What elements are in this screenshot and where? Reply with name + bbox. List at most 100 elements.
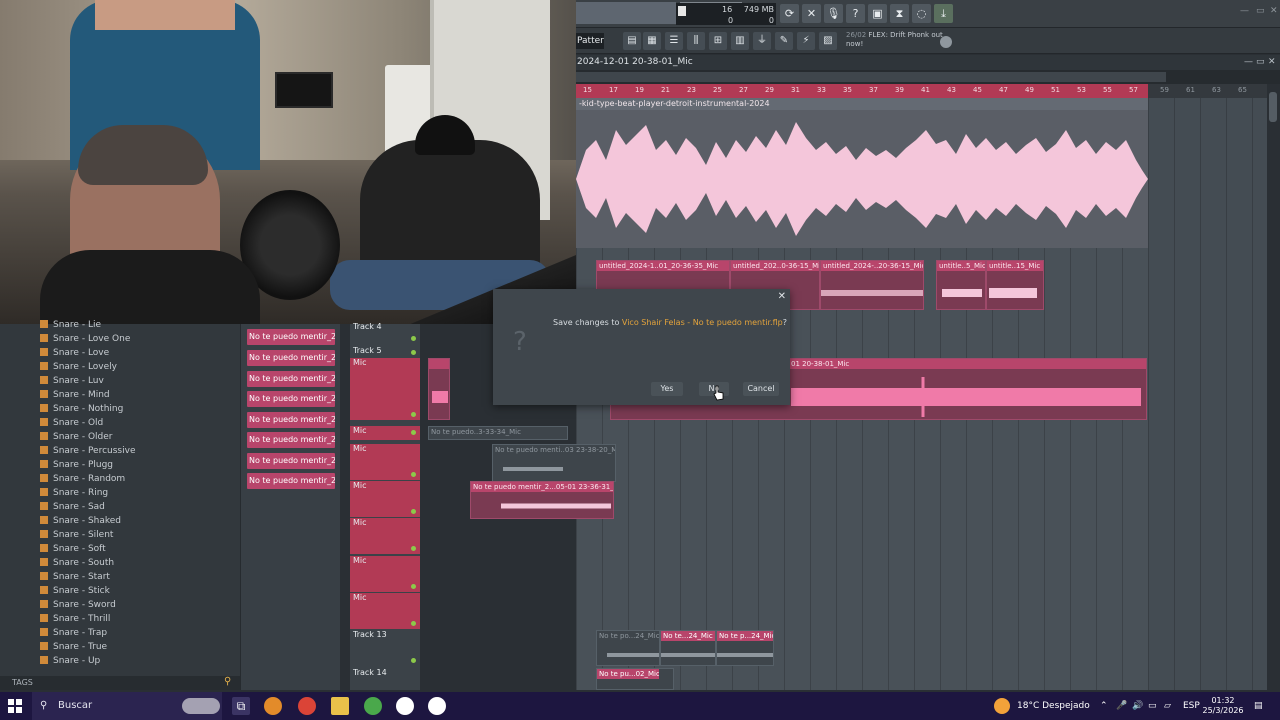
cut-icon[interactable]: ⧗ xyxy=(890,4,909,23)
browser-item[interactable]: Snare - Trap xyxy=(40,626,107,640)
tags-bar[interactable]: TAGS xyxy=(0,676,240,690)
fl-studio-icon[interactable] xyxy=(264,697,282,715)
network-icon[interactable]: ▱ xyxy=(1164,692,1171,720)
weather-text[interactable]: 18°C Despejado xyxy=(1017,692,1090,720)
playlist-maximize-icon[interactable]: ▭ xyxy=(1256,55,1265,70)
audio-clip[interactable]: No te puedo mentir_2...05-01 23-36-31_Mi… xyxy=(470,481,614,519)
scroll-thumb[interactable] xyxy=(576,72,1166,82)
audio-clip-muted[interactable]: No te puedo..3-33-34_Mic xyxy=(428,426,568,440)
picker-clip[interactable]: No te puedo mentir_2025... xyxy=(247,453,335,469)
browser-item[interactable]: Snare - Luv xyxy=(40,374,104,388)
track-mute-led[interactable] xyxy=(411,621,416,626)
browser-item[interactable]: Snare - Shaked xyxy=(40,514,121,528)
browser-item[interactable]: Snare - Lie xyxy=(40,318,101,332)
news-panel[interactable]: 26/02 FLEX: Drift Phonk out now! xyxy=(846,31,946,49)
track-mute-led[interactable] xyxy=(411,546,416,551)
battery-icon[interactable]: ▭ xyxy=(1148,692,1157,720)
browser-item[interactable]: Snare - Up xyxy=(40,654,100,668)
windows-start-icon[interactable] xyxy=(8,699,22,713)
close-icon[interactable]: ✕ xyxy=(1270,6,1278,16)
browser-item[interactable]: Snare - Lovely xyxy=(40,360,117,374)
browser-item[interactable]: Snare - Older xyxy=(40,430,112,444)
track-header-mic[interactable]: Mic xyxy=(350,358,420,420)
browser-item[interactable]: Snare - Random xyxy=(40,472,125,486)
browser-item[interactable]: Snare - Start xyxy=(40,570,110,584)
maximize-icon[interactable]: ▭ xyxy=(1256,6,1265,16)
download-icon[interactable]: ⤓ xyxy=(934,4,953,23)
browser-item[interactable]: Snare - Stick xyxy=(40,584,110,598)
audio-clip-muted[interactable]: No te pu...02_Mic xyxy=(596,668,674,690)
browser-item[interactable]: Snare - Percussive xyxy=(40,444,135,458)
template-icon[interactable]: ▨ xyxy=(819,32,837,50)
audio-clip-muted[interactable]: No te...24_Mic xyxy=(660,630,716,666)
picker-clip[interactable]: No te puedo mentir_2025... xyxy=(247,391,335,407)
brush-icon[interactable]: ✎ xyxy=(775,32,793,50)
browser-item[interactable]: Snare - Old xyxy=(40,416,103,430)
track-mute-led[interactable] xyxy=(411,509,416,514)
picker-clip[interactable]: No te puedo mentir_2025... xyxy=(247,473,335,489)
audio-clip[interactable]: untitle..15_Mic xyxy=(986,260,1044,310)
audio-clip-small[interactable] xyxy=(428,358,450,420)
browser-icon[interactable]: ▥ xyxy=(731,32,749,50)
browser-item[interactable]: Snare - Mind xyxy=(40,388,110,402)
track-mute-led[interactable] xyxy=(411,584,416,589)
audio-clip[interactable]: untitled_2024-..20-36-15_Mic xyxy=(820,260,924,310)
browser-item[interactable]: Snare - Ring xyxy=(40,486,108,500)
search-icon[interactable]: ⚲ xyxy=(224,676,238,690)
track-header-13[interactable]: Track 13 xyxy=(350,630,420,666)
dialog-close-icon[interactable]: ✕ xyxy=(778,291,786,302)
track-header-4[interactable]: Track 4 xyxy=(350,322,420,344)
browser-item[interactable]: Snare - Silent xyxy=(40,528,113,542)
piano-roll-icon[interactable]: ▦ xyxy=(643,32,661,50)
channel-rack-icon[interactable]: ☰ xyxy=(665,32,683,50)
track-header-mic[interactable]: Mic xyxy=(350,556,420,592)
minimize-icon[interactable]: — xyxy=(1240,6,1249,16)
track-mute-led[interactable] xyxy=(411,412,416,417)
picker-clip[interactable]: No te puedo mentir_2025... xyxy=(247,371,335,387)
playlist-icon[interactable]: ▤ xyxy=(623,32,641,50)
tempo-icon[interactable]: ⚡ xyxy=(797,32,815,50)
browser-item[interactable]: Snare - Love One xyxy=(40,332,130,346)
help-icon[interactable]: ? xyxy=(846,4,865,23)
yes-button[interactable]: Yes xyxy=(651,382,683,396)
audio-clip-muted[interactable]: No te puedo menti..03 23-38-20_Mic xyxy=(492,444,616,482)
github-icon[interactable] xyxy=(396,697,414,715)
track-mute-led[interactable] xyxy=(411,472,416,477)
browser-item[interactable]: Snare - Nothing xyxy=(40,402,123,416)
track-header-14[interactable]: Track 14 xyxy=(350,668,420,690)
notifications-icon[interactable]: ▤ xyxy=(1254,692,1263,720)
task-view-icon[interactable]: ⧉ xyxy=(232,697,250,715)
picker-clip[interactable]: No te puedo mentir_2025... xyxy=(247,432,335,448)
media-player-icon[interactable] xyxy=(428,697,446,715)
browser-app-icon[interactable] xyxy=(364,697,382,715)
browser-item[interactable]: Snare - Thrill xyxy=(40,612,110,626)
speaker-icon[interactable]: 🔊 xyxy=(1132,692,1143,720)
metronome-icon[interactable]: ✕ xyxy=(802,4,821,23)
picker-clip[interactable]: No te puedo mentir_2025... xyxy=(247,329,335,345)
playlist-vertical-scrollbar[interactable] xyxy=(1267,84,1280,690)
browser-item[interactable]: Snare - South xyxy=(40,556,114,570)
mixer-icon[interactable]: ⫼ xyxy=(687,32,705,50)
audio-clip-muted[interactable]: No te po...24_Mic xyxy=(596,630,660,666)
track-header-mic[interactable]: Mic xyxy=(350,593,420,629)
vscroll-thumb[interactable] xyxy=(1269,92,1277,122)
plugin-icon[interactable]: ⊞ xyxy=(709,32,727,50)
track-mute-led[interactable] xyxy=(411,336,416,341)
loop-icon[interactable]: ⟳ xyxy=(780,4,799,23)
file-explorer-icon[interactable] xyxy=(331,697,349,715)
track-mute-led[interactable] xyxy=(411,350,416,355)
playlist-close-icon[interactable]: ✕ xyxy=(1268,55,1276,70)
browser-item[interactable]: Snare - Plugg xyxy=(40,458,113,472)
browser-item[interactable]: Snare - True xyxy=(40,640,107,654)
pattern-selector[interactable]: Pattern 1 xyxy=(576,33,604,49)
playlist-horizontal-scrollbar[interactable] xyxy=(576,70,1280,84)
chevron-up-icon[interactable]: ⌃ xyxy=(1100,692,1108,720)
audio-clip-beat[interactable]: -kid-type-beat-player-detroit-instrument… xyxy=(576,98,1148,248)
track-header-mic[interactable]: Mic xyxy=(350,481,420,517)
chat-icon[interactable]: ◌ xyxy=(912,4,931,23)
track-header-5[interactable]: Track 5 xyxy=(350,346,420,358)
track-mute-led[interactable] xyxy=(411,658,416,663)
mic-icon[interactable]: 🎙 xyxy=(824,4,843,23)
plug-icon[interactable]: ⏚ xyxy=(753,32,771,50)
track-header-mic[interactable]: Mic xyxy=(350,426,420,440)
